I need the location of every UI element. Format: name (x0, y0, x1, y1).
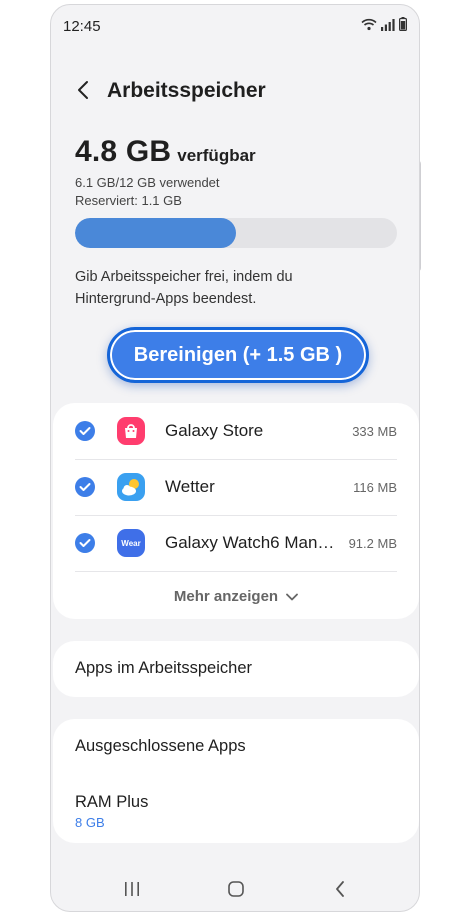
list-item[interactable]: Wetter 116 MB (53, 459, 419, 515)
app-bar: Arbeitsspeicher (51, 71, 419, 115)
back-icon (334, 880, 346, 903)
list-item[interactable]: Galaxy Store 333 MB (53, 403, 419, 459)
reserved-text: Reserviert: 1.1 GB (75, 193, 182, 208)
divider (75, 571, 397, 572)
ram-plus-item[interactable]: RAM Plus 8 GB (53, 775, 419, 843)
app-name: Galaxy Watch6 Man… (165, 533, 335, 552)
wifi-icon (361, 18, 377, 36)
available-value: 4.8 GB (75, 135, 172, 168)
wear-icon: Wear (117, 529, 145, 557)
weather-icon (117, 473, 145, 501)
checkbox[interactable] (75, 421, 95, 441)
recents-icon (123, 881, 141, 902)
home-button[interactable] (221, 879, 251, 903)
available-row: 4.8 GB verfügbar (75, 135, 397, 169)
settings-card: Ausgeschlossene Apps RAM Plus 8 GB (53, 719, 419, 843)
signal-icon (381, 18, 395, 36)
status-time: 12:45 (63, 18, 101, 35)
memory-progress-fill (75, 218, 236, 248)
hint-text: Gib Arbeitsspeicher frei, indem du Hinte… (75, 266, 397, 310)
page-title: Arbeitsspeicher (107, 79, 266, 102)
apps-card: Galaxy Store 333 MB Wetter 116 MB Wear G… (53, 403, 419, 619)
wear-icon-text: Wear (121, 538, 141, 548)
used-text: 6.1 GB/12 GB verwendet (75, 175, 220, 190)
app-size: 116 MB (353, 479, 397, 495)
status-bar: 12:45 (51, 5, 419, 45)
checkbox[interactable] (75, 533, 95, 553)
apps-in-memory-item[interactable]: Apps im Arbeitsspeicher (53, 641, 419, 697)
show-more-label: Mehr anzeigen (173, 587, 279, 605)
show-more-button[interactable]: Mehr anzeigen (53, 581, 419, 611)
chevron-down-icon (286, 588, 298, 605)
status-icons (361, 17, 408, 36)
excluded-apps-label: Ausgeschlossene Apps (75, 737, 246, 755)
excluded-apps-item[interactable]: Ausgeschlossene Apps (53, 719, 419, 775)
hint-line-2: Hintergrund-Apps beendest. (75, 291, 257, 307)
recents-button[interactable] (117, 879, 147, 903)
chevron-left-icon (76, 80, 90, 105)
galaxy-store-icon (117, 417, 145, 445)
memory-progress-bar (75, 218, 397, 248)
available-label: verfügbar (177, 146, 256, 165)
app-size: 91.2 MB (348, 535, 397, 551)
checkbox[interactable] (75, 477, 95, 497)
battery-icon (399, 17, 408, 36)
app-name: Galaxy Store (165, 421, 264, 440)
home-icon (227, 880, 245, 903)
phone-screen: 12:45 Arbeitsspeicher 4.8 GB verfügbar 6… (50, 4, 420, 912)
ram-plus-label: RAM Plus (75, 793, 149, 811)
apps-in-memory-label: Apps im Arbeitsspeicher (75, 659, 252, 677)
back-button[interactable] (69, 77, 97, 107)
memory-summary: 4.8 GB verfügbar 6.1 GB/12 GB verwendet … (75, 135, 397, 310)
app-name: Wetter (165, 477, 215, 496)
nav-back-button[interactable] (325, 879, 355, 903)
navigation-bar (51, 869, 419, 911)
app-size: 333 MB (352, 423, 397, 439)
hint-line-1: Gib Arbeitsspeicher frei, indem du (75, 269, 293, 285)
clean-button[interactable]: Bereinigen (+ 1.5 GB ) (107, 327, 369, 383)
list-item[interactable]: Wear Galaxy Watch6 Man… 91.2 MB (53, 515, 419, 571)
ram-plus-value: 8 GB (75, 815, 105, 830)
